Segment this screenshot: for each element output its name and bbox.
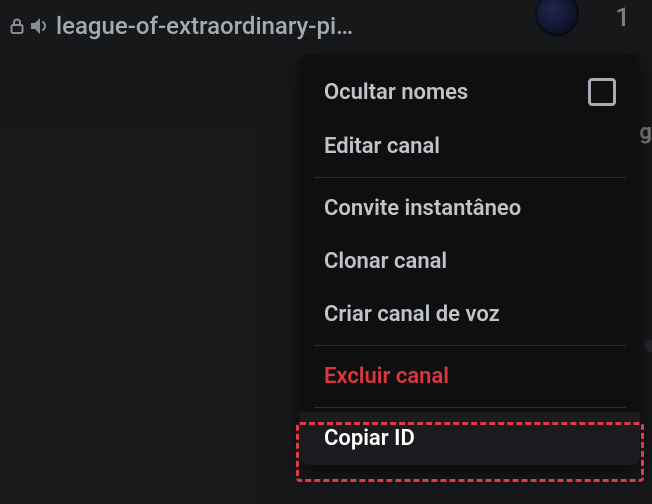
channel-context-menu: Ocultar nomes Editar canal Convite insta…: [300, 54, 640, 465]
channel-name: league-of-extraordinary-pi…: [56, 12, 353, 40]
menu-label: Copiar ID: [324, 426, 415, 451]
menu-label: Convite instantâneo: [324, 196, 521, 221]
channel-header[interactable]: league-of-extraordinary-pi…: [10, 12, 353, 40]
menu-edit-channel[interactable]: Editar canal: [300, 120, 640, 173]
menu-label: Excluir canal: [324, 364, 449, 389]
menu-clone-channel[interactable]: Clonar canal: [300, 235, 640, 288]
menu-label: Editar canal: [324, 134, 440, 159]
menu-label: Ocultar nomes: [324, 80, 468, 105]
menu-separator: [314, 407, 626, 408]
menu-hide-names[interactable]: Ocultar nomes: [300, 64, 640, 120]
menu-copy-id[interactable]: Copiar ID: [300, 412, 640, 465]
speaker-icon: [28, 14, 52, 38]
menu-delete-channel[interactable]: Excluir canal: [300, 350, 640, 403]
menu-instant-invite[interactable]: Convite instantâneo: [300, 182, 640, 235]
menu-separator: [314, 345, 626, 346]
menu-separator: [314, 177, 626, 178]
checkbox-icon[interactable]: [588, 78, 616, 106]
lock-icon: [10, 18, 24, 34]
menu-label: Clonar canal: [324, 249, 447, 274]
menu-label: Criar canal de voz: [324, 302, 500, 327]
menu-create-voice[interactable]: Criar canal de voz: [300, 288, 640, 341]
